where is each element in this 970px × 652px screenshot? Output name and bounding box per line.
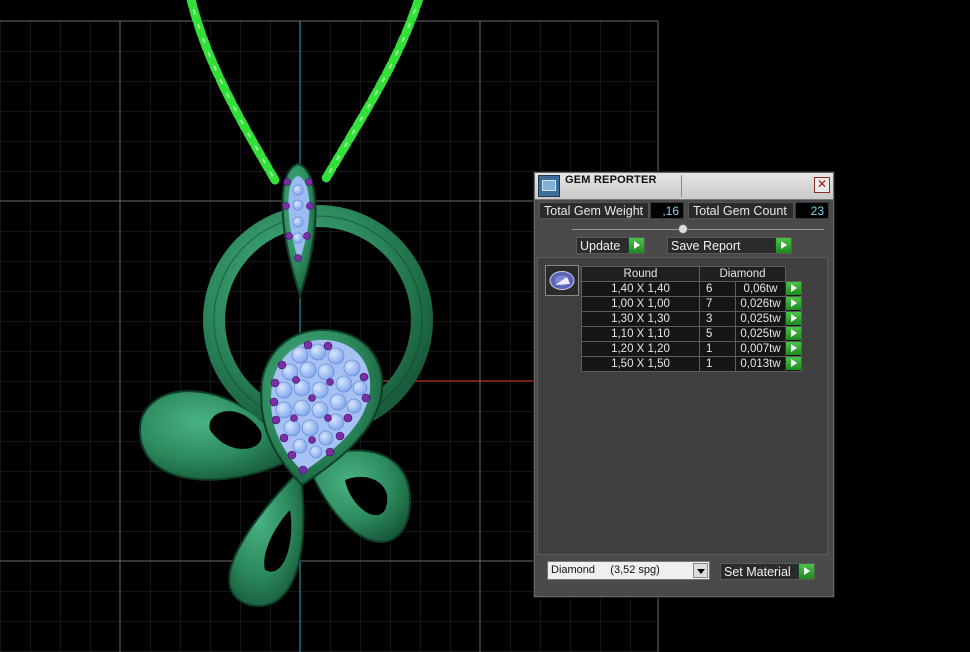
play-arrow-icon: [785, 327, 801, 340]
gem-size: 1,50 X 1,50: [581, 356, 700, 372]
play-arrow-icon: [785, 297, 801, 310]
round-gem-icon[interactable]: [545, 265, 579, 296]
splitter-handle[interactable]: [678, 224, 688, 234]
select-row-button[interactable]: [785, 341, 802, 357]
gem-size: 1,10 X 1,10: [581, 326, 700, 342]
gem-size: 1,30 X 1,30: [581, 311, 700, 327]
total-gem-weight-value: ,16: [650, 202, 684, 219]
save-report-button-label: Save Report: [671, 239, 741, 253]
select-row-button[interactable]: [785, 296, 802, 312]
table-row: 1,10 X 1,10 5 0,025tw: [581, 326, 802, 342]
window-titlebar[interactable]: GEM REPORTER ✕: [535, 173, 833, 200]
play-arrow-icon: [785, 312, 801, 325]
shape-header: Round: [581, 266, 700, 282]
gem-size: 1,40 X 1,40: [581, 281, 700, 297]
gem-size: 1,20 X 1,20: [581, 341, 700, 357]
update-button[interactable]: Update: [576, 237, 645, 254]
table-row: 1,30 X 1,30 3 0,025tw: [581, 311, 802, 327]
window-title: GEM REPORTER: [565, 174, 657, 186]
gem-table: Round Diamond 1,40 X 1,40 6 0,06tw 1,00 …: [581, 266, 802, 372]
set-material-button[interactable]: Set Material: [720, 563, 815, 580]
table-row: 1,50 X 1,50 1 0,013tw: [581, 356, 802, 372]
gem-weight: 0,013tw: [735, 356, 786, 372]
play-arrow-icon: [785, 357, 801, 370]
table-row: 1,40 X 1,40 6 0,06tw: [581, 281, 802, 297]
select-row-button[interactable]: [785, 356, 802, 372]
panel-splitter: [572, 229, 824, 230]
gem-size: 1,00 X 1,00: [581, 296, 700, 312]
gem-count: 3: [699, 311, 736, 327]
gem-weight: 0,06tw: [735, 281, 786, 297]
gem-count: 1: [699, 341, 736, 357]
gem-count: 1: [699, 356, 736, 372]
total-gem-weight-label: Total Gem Weight: [539, 202, 649, 219]
table-header-row: Round Diamond: [581, 266, 802, 282]
select-row-button[interactable]: [785, 326, 802, 342]
select-row-button[interactable]: [785, 311, 802, 327]
set-material-button-label: Set Material: [724, 565, 791, 579]
gem-weight: 0,025tw: [735, 311, 786, 327]
gem-weight: 0,007tw: [735, 341, 786, 357]
table-row: 1,00 X 1,00 7 0,026tw: [581, 296, 802, 312]
table-row: 1,20 X 1,20 1 0,007tw: [581, 341, 802, 357]
gem-count: 6: [699, 281, 736, 297]
gem-reporter-icon: [538, 175, 560, 197]
gem-weight: 0,026tw: [735, 296, 786, 312]
gem-weight: 0,025tw: [735, 326, 786, 342]
chevron-down-icon[interactable]: [693, 563, 708, 578]
total-gem-count-value: 23: [795, 202, 829, 219]
gem-reporter-window[interactable]: GEM REPORTER ✕ Total Gem Weight ,16 Tota…: [533, 171, 835, 598]
play-arrow-icon: [798, 564, 814, 579]
save-report-button[interactable]: Save Report: [667, 237, 792, 254]
play-arrow-icon: [628, 238, 644, 253]
gem-count: 5: [699, 326, 736, 342]
material-dropdown[interactable]: Diamond (3,52 spg): [547, 561, 710, 580]
close-icon[interactable]: ✕: [814, 177, 830, 193]
total-gem-count-label: Total Gem Count: [688, 202, 794, 219]
play-arrow-icon: [775, 238, 791, 253]
update-button-label: Update: [580, 239, 621, 253]
play-arrow-icon: [785, 282, 801, 295]
material-selected-value: Diamond (3,52 spg): [551, 564, 660, 576]
gem-count: 7: [699, 296, 736, 312]
titlebar-divider: [681, 175, 682, 197]
gem-list-panel[interactable]: Round Diamond 1,40 X 1,40 6 0,06tw 1,00 …: [537, 257, 828, 555]
play-arrow-icon: [785, 342, 801, 355]
material-header: Diamond: [699, 266, 786, 282]
select-row-button[interactable]: [785, 281, 802, 297]
